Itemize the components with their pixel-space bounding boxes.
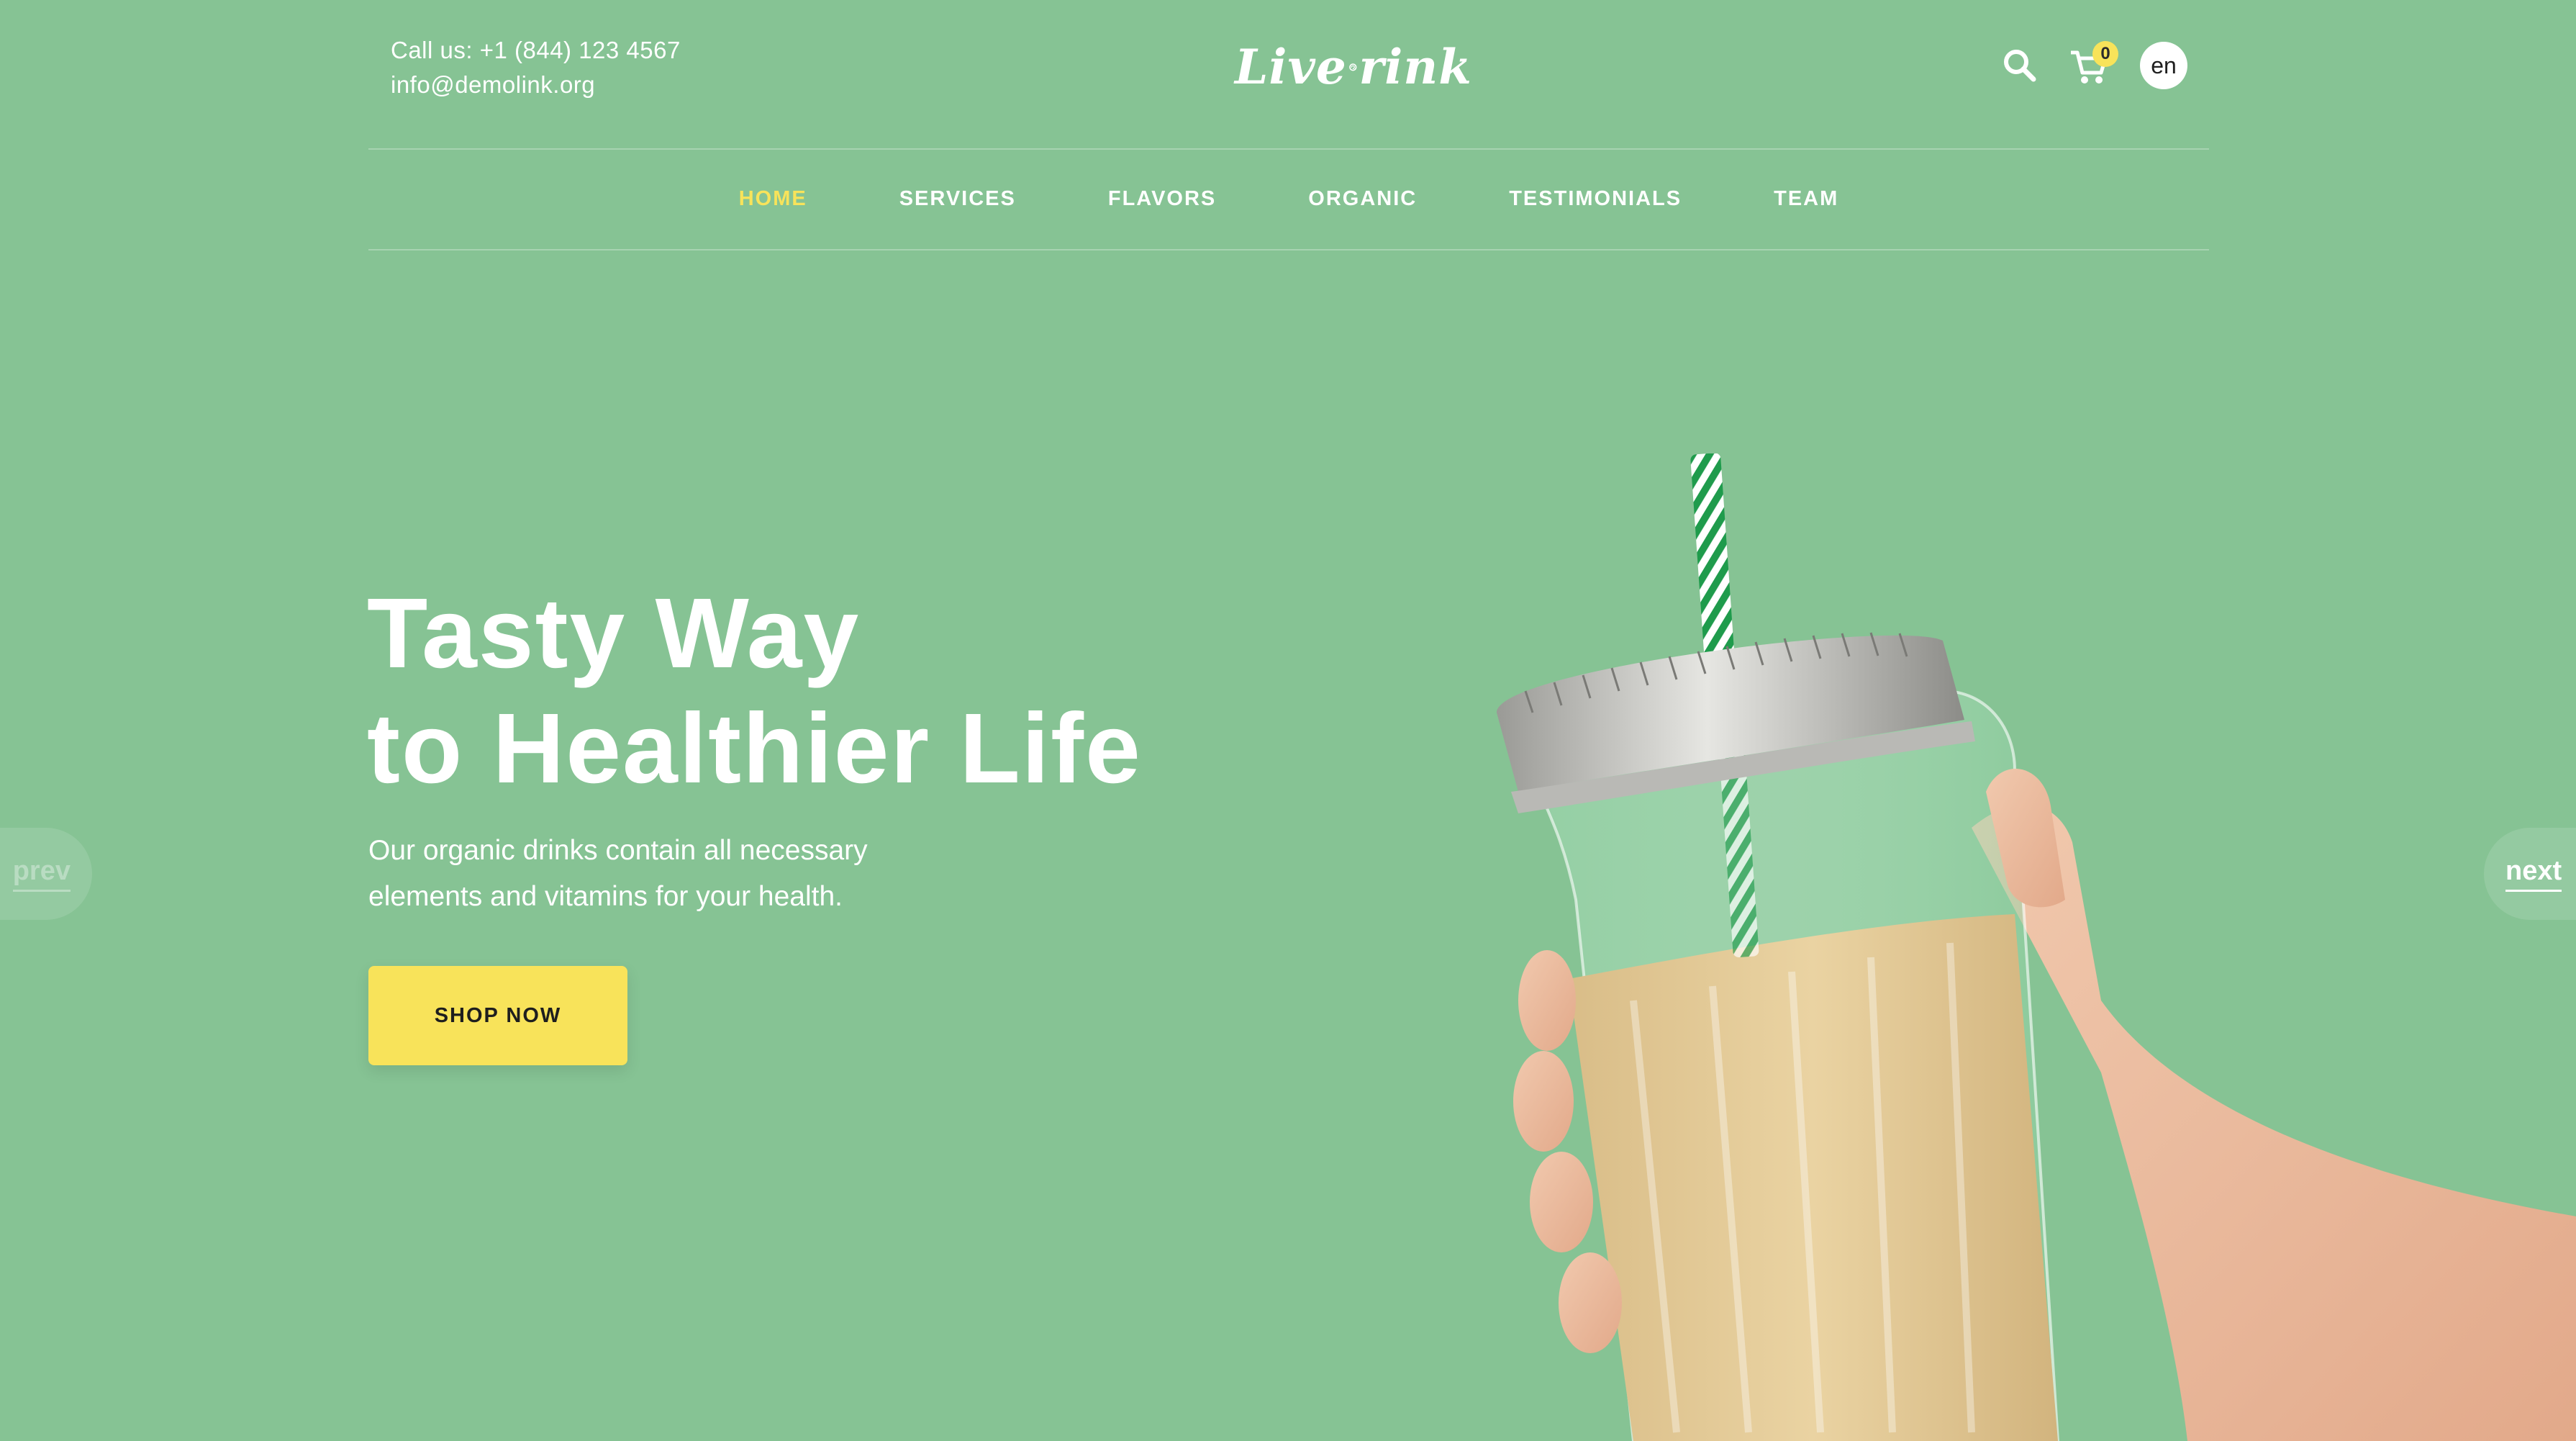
phone-text[interactable]: Call us: +1 (844) 123 4567 [391, 33, 681, 68]
landing-page: Call us: +1 (844) 123 4567 info@demolink… [0, 0, 2576, 1441]
cart-count-badge: 0 [2092, 41, 2118, 67]
logo-drop-icon [1348, 63, 1357, 71]
smoothie-jar-image [1497, 453, 2576, 1441]
main-nav: HOME SERVICES FLAVORS ORGANIC TESTIMONIA… [368, 148, 2209, 249]
nav-item-flavors[interactable]: FLAVORS [1108, 187, 1216, 211]
header-tools: 0 en [2000, 41, 2187, 89]
slider-prev-label: prev [12, 856, 71, 892]
search-icon[interactable] [2000, 46, 2039, 85]
site-logo[interactable]: Live rink [1235, 35, 1472, 99]
hero-title: Tasty Way to Healthier Life [367, 576, 1142, 806]
nav-item-home[interactable]: HOME [739, 187, 807, 211]
shop-now-button[interactable]: SHOP NOW [368, 966, 627, 1065]
hero-subtitle: Our organic drinks contain all necessary… [368, 835, 868, 912]
contact-info: Call us: +1 (844) 123 4567 info@demolink… [391, 33, 681, 102]
cart-button[interactable]: 0 [2068, 41, 2118, 87]
hero-title-line1: Tasty Way [367, 578, 861, 689]
logo-text-live: Live [1235, 39, 1347, 95]
nav-item-testimonials[interactable]: TESTIMONIALS [1509, 187, 1682, 211]
hero-title-line2: to Healthier Life [367, 693, 1142, 804]
nav-item-organic[interactable]: ORGANIC [1308, 187, 1417, 211]
slider-prev-button[interactable]: prev [0, 828, 92, 920]
email-link[interactable]: info@demolink.org [391, 68, 681, 102]
nav-bottom-divider [368, 249, 2209, 250]
nav-item-services[interactable]: SERVICES [899, 187, 1016, 211]
nav-item-team[interactable]: TEAM [1774, 187, 1838, 211]
language-switcher[interactable]: en [2140, 42, 2187, 89]
logo-text-rink: rink [1359, 39, 1472, 95]
